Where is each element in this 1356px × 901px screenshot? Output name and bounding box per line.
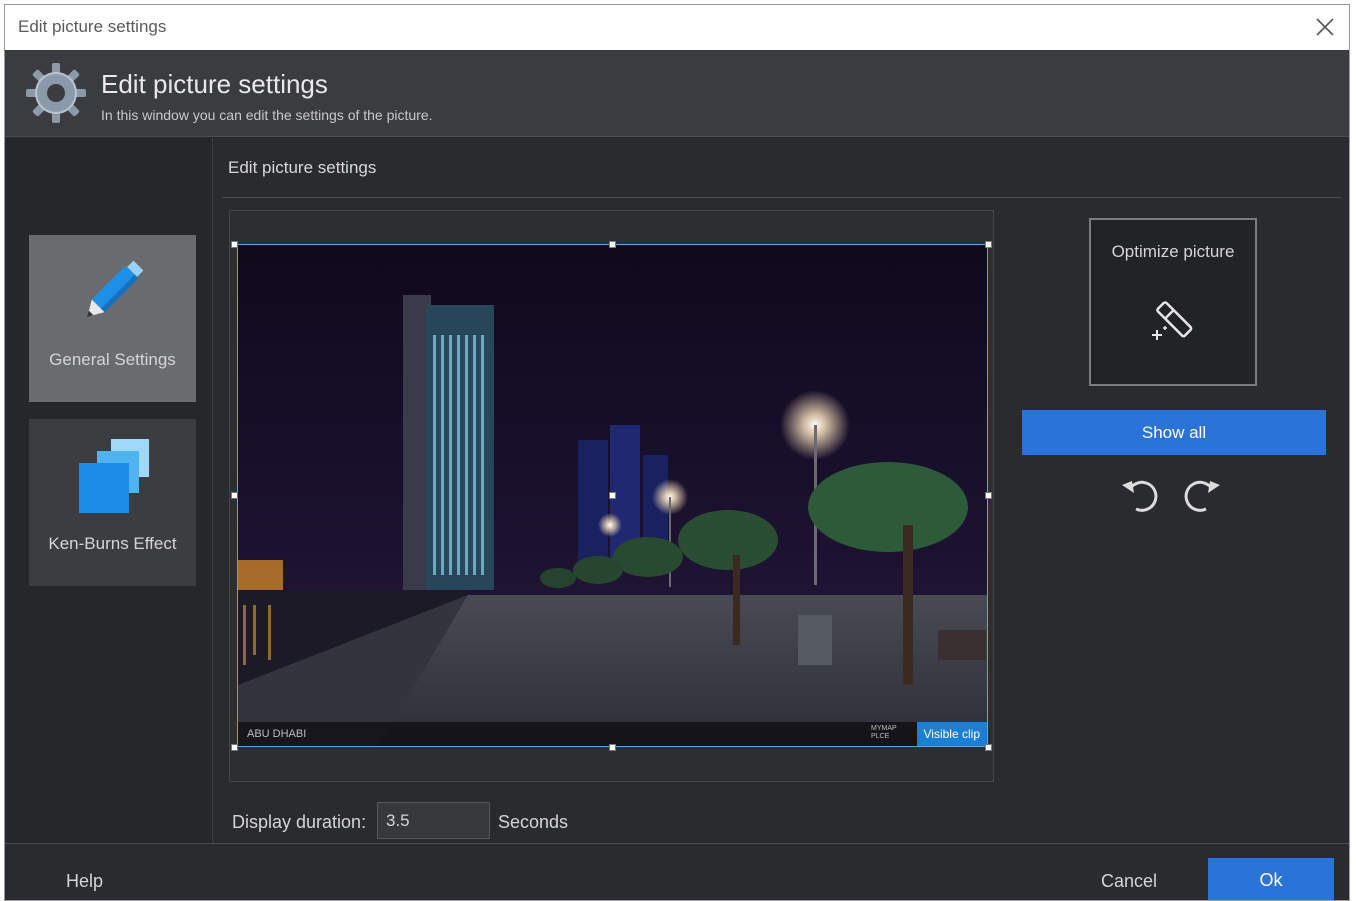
caption-small-text: MYMAP PLCE	[871, 725, 897, 740]
gear-icon	[23, 60, 89, 126]
duration-unit-label: Seconds	[498, 812, 569, 832]
rotate-right-icon[interactable]	[1180, 473, 1224, 517]
title-bar: Edit picture settings	[5, 5, 1349, 50]
header-title: Edit picture settings	[101, 69, 328, 99]
display-duration-input[interactable]	[377, 802, 490, 839]
crop-handle-bottom[interactable]	[609, 744, 616, 751]
magic-wand-icon	[1145, 290, 1205, 350]
sidebar-item-label: Ken-Burns Effect	[48, 534, 177, 553]
pen-icon	[71, 249, 155, 333]
sidebar-item-general-settings[interactable]: General Settings	[29, 235, 196, 402]
crop-handle-top-left[interactable]	[231, 241, 238, 248]
main-content: Edit picture settings ABU DHABI MYMAP PL…	[214, 138, 1349, 843]
sidebar-item-ken-burns-effect[interactable]: Ken-Burns Effect	[29, 419, 196, 586]
close-icon[interactable]	[1313, 15, 1337, 39]
dialog-footer: Help Cancel Ok	[5, 843, 1349, 900]
ok-button[interactable]: Ok	[1208, 858, 1334, 900]
window-title: Edit picture settings	[18, 17, 167, 36]
section-title: Edit picture settings	[228, 158, 377, 177]
caption-strip: ABU DHABI MYMAP PLCE	[238, 722, 987, 746]
sidebar: General Settings Ken-Burns Effect	[5, 138, 213, 843]
rotate-left-icon[interactable]	[1118, 473, 1162, 517]
cancel-button[interactable]: Cancel	[1101, 871, 1157, 892]
show-all-button[interactable]: Show all	[1022, 410, 1326, 455]
picture-preview-area: ABU DHABI MYMAP PLCE Visible clip	[229, 210, 994, 782]
crop-handle-bottom-left[interactable]	[231, 744, 238, 751]
edit-picture-settings-dialog: Edit picture settings Edit picture setti…	[4, 4, 1350, 901]
display-duration-label: Display duration:	[232, 812, 367, 832]
crop-handle-right[interactable]	[985, 492, 992, 499]
crop-handle-top[interactable]	[609, 241, 616, 248]
crop-handle-bottom-right[interactable]	[985, 744, 992, 751]
optimize-picture-label: Optimize picture	[1111, 242, 1235, 261]
crop-handle-left[interactable]	[231, 492, 238, 499]
header-subtitle: In this window you can edit the settings…	[101, 107, 433, 123]
help-button[interactable]: Help	[66, 871, 103, 892]
sidebar-item-label: General Settings	[49, 350, 176, 369]
crop-handle-top-right[interactable]	[985, 241, 992, 248]
divider	[222, 197, 1341, 198]
optimize-picture-button[interactable]: Optimize picture	[1089, 218, 1257, 386]
visible-clip-badge: Visible clip	[916, 722, 987, 746]
crop-handle-center[interactable]	[609, 492, 616, 499]
caption-text: ABU DHABI	[247, 728, 307, 740]
dialog-header: Edit picture settings In this window you…	[5, 50, 1349, 137]
ken-burns-squares-icon	[71, 433, 155, 517]
